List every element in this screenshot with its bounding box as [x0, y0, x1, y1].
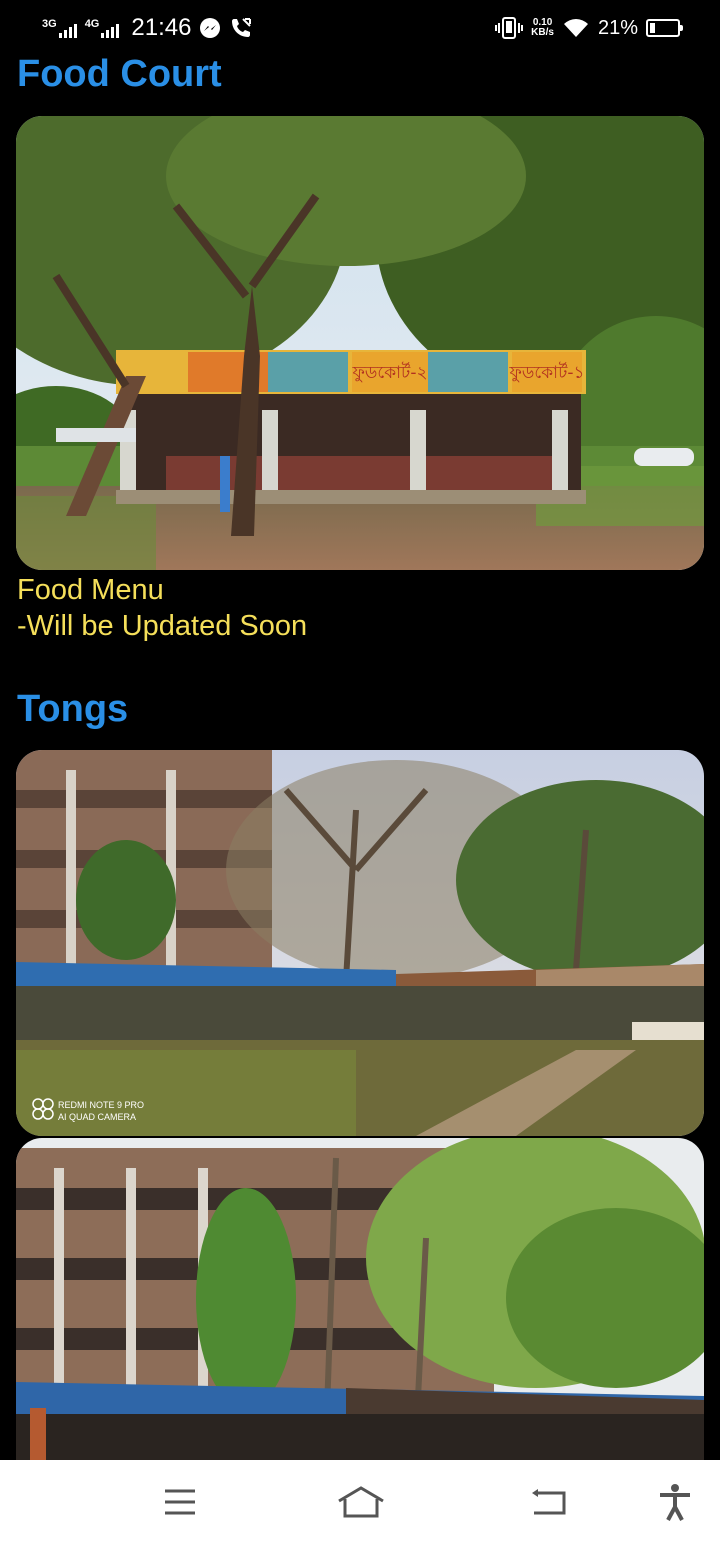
- camera-watermark-line2: AI QUAD CAMERA: [58, 1112, 136, 1122]
- status-bar-right: 0.10 KB/s 21%: [495, 16, 683, 40]
- status-bar: 3G 4G 21:46 0.10 KB/s 21%: [0, 0, 720, 56]
- battery-percent: 21%: [597, 16, 638, 39]
- accessibility-icon: [660, 1484, 690, 1521]
- food-menu-heading: Food Menu: [17, 574, 164, 606]
- food-court-title: Food Court: [17, 53, 222, 95]
- network-4g: 4G: [84, 17, 120, 38]
- network-3g: 3G: [42, 17, 77, 38]
- food-menu-status: -Will be Updated Soon: [17, 610, 308, 642]
- sign-text-1: ফুডকোর্ট-১: [508, 362, 584, 383]
- back-button[interactable]: [526, 1482, 570, 1522]
- network-3g-label: 3G: [42, 17, 57, 30]
- menu-button[interactable]: [158, 1482, 202, 1522]
- accessibility-button[interactable]: [653, 1482, 697, 1522]
- camera-watermark-line1: REDMI NOTE 9 PRO: [58, 1100, 144, 1110]
- tongs-photo-1: REDMI NOTE 9 PRO AI QUAD CAMERA: [16, 750, 704, 1136]
- navigation-bar: [0, 1460, 720, 1544]
- food-menu-text: Food Menu -Will be Updated Soon: [17, 572, 307, 644]
- food-court-photo: ফুডকোর্ট-২ ফুডকোর্ট-১: [16, 116, 704, 570]
- tongs-photo-2: [16, 1138, 704, 1498]
- wifi-icon: [563, 19, 588, 37]
- sign-text-2: ফুডকোর্ট-২: [351, 362, 427, 383]
- tongs-title: Tongs: [17, 688, 129, 730]
- home-icon: [338, 1486, 384, 1518]
- vibrate-icon: [495, 17, 524, 39]
- status-bar-left: 3G 4G 21:46: [42, 14, 253, 42]
- network-speed-unit: KB/s: [531, 27, 554, 38]
- clock: 21:46: [131, 14, 192, 41]
- phone-call-icon: [232, 18, 252, 37]
- home-button[interactable]: [336, 1482, 386, 1522]
- signal-icon: [58, 23, 77, 38]
- menu-icon: [165, 1489, 195, 1515]
- signal-icon: [101, 23, 120, 38]
- back-icon: [532, 1489, 566, 1515]
- messenger-icon: [200, 18, 221, 38]
- network-4g-label: 4G: [84, 17, 100, 30]
- battery-icon: [646, 19, 683, 37]
- network-speed: 0.10 KB/s: [531, 18, 554, 38]
- battery-level: [650, 23, 655, 33]
